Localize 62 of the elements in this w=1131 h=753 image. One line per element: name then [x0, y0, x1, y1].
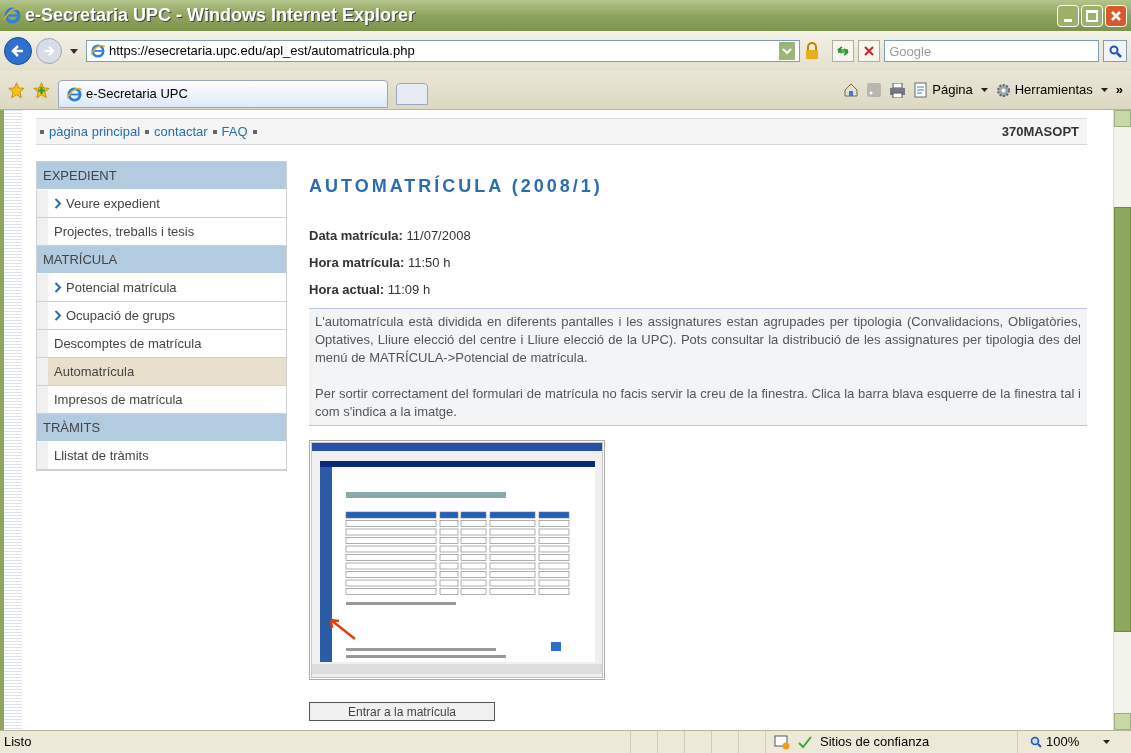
close-button[interactable]	[1105, 4, 1127, 27]
caret-icon	[1103, 740, 1111, 744]
scrollbar[interactable]	[1113, 110, 1131, 730]
minimize-button[interactable]	[1057, 4, 1079, 27]
info-line: Data matrícula: 11/07/2008	[309, 227, 472, 245]
enter-button[interactable]: Entrar a la matrícula	[309, 702, 495, 721]
nav-link[interactable]: pàgina principal	[49, 121, 141, 142]
stop-button[interactable]	[858, 40, 881, 62]
browser-tab[interactable]: e-Secretaria UPC	[58, 80, 388, 108]
notice-text: L'automatrícula està dividida en diferents pantalles i les assignatures estan agrupades per tipologia (Convalidacions, Obligatòries, Optatives, Lliure elecció del centre i Lliure elecció de la UPC). Pots consultar la distribució de les assignatures per tipologia des del menú de MATRÍCULA->Potencial de matrícula.	[315, 313, 1081, 367]
caret-icon	[1100, 88, 1108, 92]
search-button[interactable]	[1103, 40, 1127, 62]
chevron-icon	[54, 282, 62, 293]
page-icon	[914, 82, 929, 98]
search-field[interactable]: Google	[884, 40, 1100, 62]
close-icon	[1110, 9, 1122, 22]
popup-blocker-icon	[774, 734, 790, 750]
refresh-icon	[836, 45, 851, 57]
info-line: Hora actual: 11:09 h	[309, 281, 432, 299]
star-icon[interactable]	[8, 81, 25, 99]
back-arrow-icon	[11, 44, 25, 58]
home-icon[interactable]	[843, 82, 860, 98]
search-icon	[1108, 44, 1122, 58]
more-chevron[interactable]: »	[1115, 80, 1123, 100]
tools-menu-button[interactable]: Herramientas	[995, 80, 1108, 100]
maximize-button[interactable]	[1081, 4, 1103, 27]
browser-logo-icon	[90, 44, 105, 58]
sidebar-item[interactable]: Automatrícula	[37, 358, 286, 385]
address-field[interactable]: https://esecretaria.upc.edu/apl_est/automatricula.php	[85, 40, 801, 62]
page-menu-button[interactable]: Página	[914, 80, 988, 100]
lock-icon	[804, 42, 821, 60]
page-heading: AUTOMATRÍCULA (2008/1)	[309, 174, 604, 198]
chevron-icon	[54, 310, 62, 321]
caret-icon	[980, 88, 988, 92]
notice-text: Per sortir correctament del formulari de matrícula no facis servir la creu de la finestra. Clica la barra blava esquerre de la finestra tal i com s'indica a la imatge.	[315, 385, 1081, 421]
nav-link[interactable]: contactar	[154, 121, 208, 142]
section-header: EXPEDIENT	[37, 162, 286, 190]
user-code: 370MASOPT	[1001, 122, 1080, 141]
printer-icon[interactable]	[889, 82, 907, 98]
new-tab-button[interactable]	[396, 83, 428, 105]
info-line: Hora matrícula: 11:50 h	[309, 254, 452, 272]
stop-icon	[864, 46, 875, 56]
dropdown-icon[interactable]	[779, 42, 796, 60]
section-header: TRÀMITS	[37, 414, 286, 442]
zoom-level[interactable]: 100%	[1046, 732, 1080, 752]
nav-link[interactable]: FAQ	[221, 121, 248, 142]
security-zone: Sitios de confianza	[820, 733, 930, 752]
browser-logo-icon	[4, 7, 21, 24]
browser-logo-icon	[67, 86, 82, 102]
refresh-button[interactable]	[832, 40, 855, 62]
gear-icon	[995, 82, 1011, 98]
forward-arrow-icon	[42, 45, 55, 57]
url-text: https://esecretaria.upc.edu/apl_est/automatricula.php	[108, 42, 415, 61]
back-button[interactable]	[4, 37, 32, 65]
window-title: e-Secretaria UPC - Windows Internet Explorer	[25, 4, 415, 27]
zoom-icon	[1030, 736, 1042, 748]
dropdown-caret-icon[interactable]	[69, 48, 78, 54]
status-text: Listo	[3, 733, 33, 752]
chevron-icon	[54, 198, 62, 209]
section-header: MATRÍCULA	[37, 246, 286, 274]
checkmark-icon	[798, 735, 812, 749]
add-favorite-icon[interactable]	[33, 81, 50, 99]
